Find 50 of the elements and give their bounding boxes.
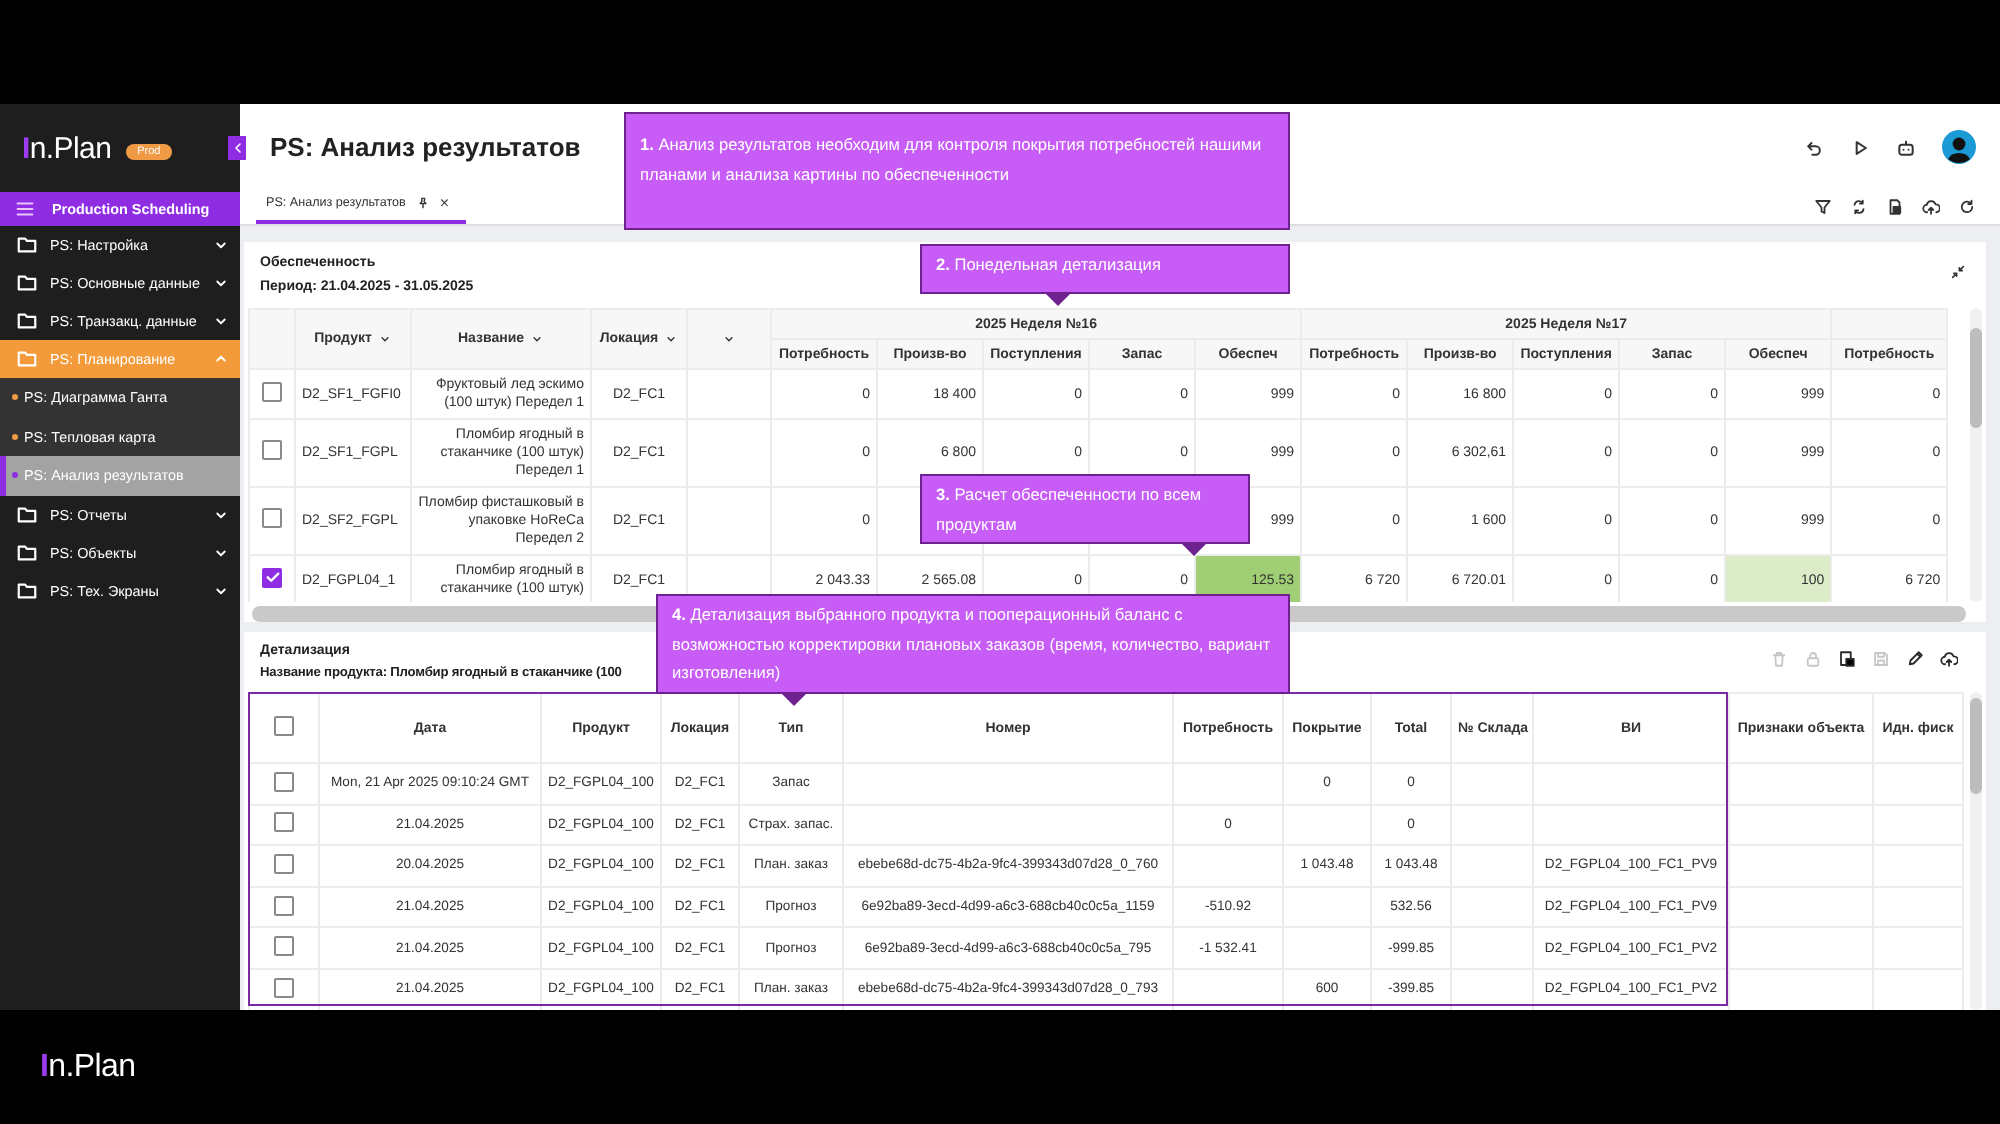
checkbox[interactable] (262, 567, 282, 588)
checkbox[interactable] (274, 936, 294, 957)
folder-icon (16, 310, 38, 332)
checkbox[interactable] (274, 977, 294, 998)
checkbox[interactable] (262, 508, 282, 528)
page-title: PS: Анализ результатов (270, 132, 581, 162)
close-tab-button[interactable]: × (439, 194, 450, 212)
folder-icon (16, 348, 38, 370)
folder-icon (16, 272, 38, 294)
cloud-upload-icon[interactable] (1922, 198, 1940, 216)
avatar[interactable] (1942, 130, 1976, 164)
chevron-down-icon[interactable] (722, 332, 736, 346)
callout: 3. Расчет обеспеченности по всем продуктам (920, 474, 1250, 557)
robot-icon[interactable] (1896, 137, 1916, 157)
cloud-upload-icon[interactable] (1940, 650, 1958, 668)
scrollbar[interactable] (1970, 692, 1982, 1010)
table-export-icon[interactable] (1838, 650, 1856, 668)
play-icon[interactable] (1850, 137, 1870, 157)
filter-icon[interactable] (1814, 198, 1832, 216)
chevron-left-icon (229, 140, 245, 156)
chevron-down-icon[interactable] (377, 332, 392, 346)
checkbox[interactable] (274, 771, 294, 792)
chevron-down-icon[interactable] (664, 332, 679, 346)
checkbox[interactable] (262, 440, 282, 460)
callout: 2. Понедельная детализация (920, 244, 1290, 306)
swap-icon[interactable] (1850, 198, 1868, 216)
scrollbar[interactable] (1970, 308, 1982, 602)
collapse-icon[interactable] (1950, 264, 1966, 280)
checkbox[interactable] (262, 381, 282, 401)
pencil-icon[interactable] (1906, 650, 1924, 668)
checkbox[interactable] (274, 853, 294, 874)
check-icon (263, 568, 281, 587)
callout: 4. Детализация выбранного продукта и пооперационный баланс с возможностью корректировки плановых заказов (время, количество, вариант изготовления) (656, 594, 1290, 706)
undo-icon[interactable] (1804, 137, 1824, 157)
chevron-down-icon[interactable] (530, 332, 545, 346)
folder-icon (16, 503, 38, 525)
checkbox[interactable] (274, 895, 294, 916)
folder-icon (16, 234, 38, 256)
collapse-button[interactable] (228, 136, 246, 160)
menu-icon[interactable] (14, 198, 36, 220)
folder-icon (16, 541, 38, 563)
footer-logo: In.Plan (40, 1049, 136, 1085)
pin-icon[interactable] (415, 196, 430, 210)
checkbox[interactable] (274, 812, 294, 833)
callout: 1. Анализ результатов необходим для контроля покрытия потребностей нашими планами и анализа картины по обеспеченности (624, 112, 1290, 230)
checkbox[interactable] (274, 716, 294, 736)
document-icon[interactable] (1886, 198, 1904, 216)
folder-icon (16, 579, 38, 601)
logo: In.Plan (22, 131, 112, 165)
refresh-icon[interactable] (1958, 198, 1976, 216)
